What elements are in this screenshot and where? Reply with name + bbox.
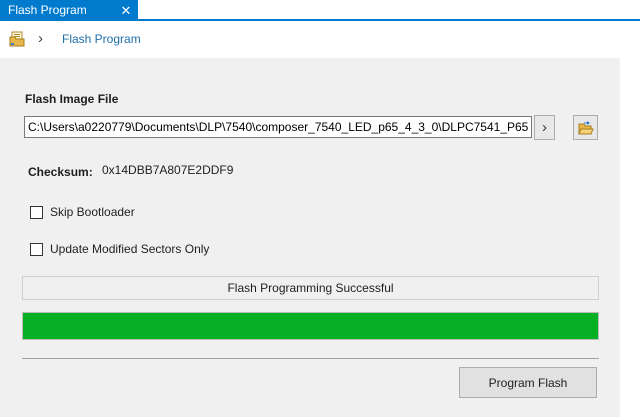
next-file-button[interactable]: › — [534, 115, 555, 140]
skip-bootloader-checkbox[interactable] — [30, 206, 43, 219]
update-modified-sectors-checkbox[interactable] — [30, 243, 43, 256]
chevron-right-icon[interactable]: › — [38, 29, 43, 49]
program-flash-button[interactable]: Program Flash — [459, 367, 597, 398]
tab-flash-program[interactable]: Flash Program ✕ — [0, 0, 138, 21]
checksum-value: 0x14DBB7A807E2DDF9 — [102, 163, 234, 177]
flash-image-file-label: Flash Image File — [25, 92, 119, 106]
close-icon[interactable]: ✕ — [117, 0, 135, 21]
right-gutter — [620, 58, 640, 417]
folder-icon[interactable] — [9, 31, 25, 47]
progress-bar-fill — [23, 313, 598, 339]
tab-strip: Flash Program ✕ — [0, 0, 640, 21]
skip-bootloader-label: Skip Bootloader — [50, 205, 135, 219]
status-message: Flash Programming Successful — [22, 276, 599, 300]
checksum-label: Checksum: — [28, 165, 93, 179]
breadcrumb: › Flash Program — [0, 21, 640, 58]
breadcrumb-current: Flash Program — [62, 32, 141, 46]
tab-label: Flash Program — [8, 3, 87, 17]
chevron-right-icon: › — [542, 119, 547, 136]
progress-bar — [22, 312, 599, 340]
flash-image-path-input[interactable] — [24, 116, 532, 138]
update-modified-sectors-label: Update Modified Sectors Only — [50, 242, 210, 256]
content-panel — [0, 58, 620, 417]
divider — [22, 358, 599, 359]
browse-file-button[interactable] — [573, 115, 598, 140]
open-folder-icon — [577, 120, 594, 134]
